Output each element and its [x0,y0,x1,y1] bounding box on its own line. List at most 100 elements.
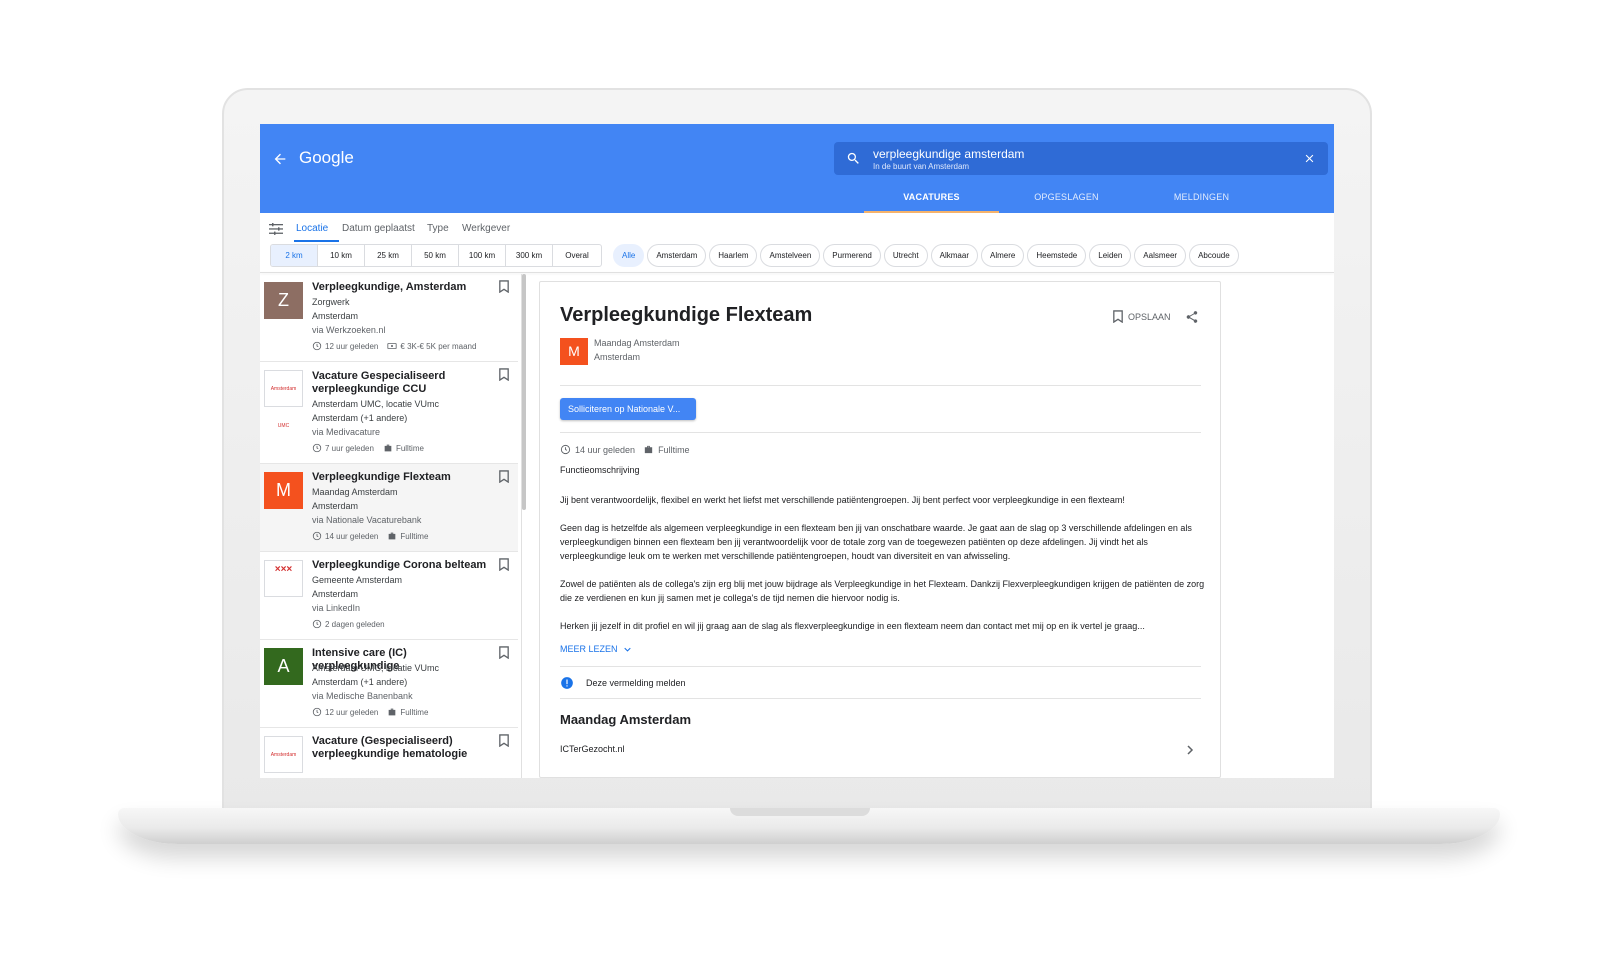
job-list-scrollbar[interactable] [522,274,526,510]
bookmark-icon[interactable] [498,280,510,293]
clock-icon [312,619,322,629]
chevron-right-icon[interactable] [1186,745,1194,755]
job-company: Maandag Amsterdam [312,487,398,497]
salary: € 3K-€ 5K per maand [400,341,477,351]
location-chip[interactable]: Heemstede [1027,244,1087,267]
company-logo: M [264,472,303,509]
location-chip[interactable]: Aalsmeer [1134,244,1187,267]
bookmark-icon[interactable] [498,646,510,659]
share-icon[interactable] [1185,310,1199,324]
clock-icon [312,707,322,717]
source-link[interactable]: ICTerGezocht.nl [560,744,625,754]
description-paragraph: Jij bent verantwoordelijk, flexibel en w… [560,495,1125,505]
posted-time: 7 uur geleden [325,443,374,453]
bookmark-icon[interactable] [498,368,510,381]
job-company: Amsterdam UMC, locatie VUmc [312,663,440,673]
distance-option[interactable]: 10 km [318,245,365,266]
tab-meldingen[interactable]: MELDINGEN [1134,188,1269,213]
location-chip[interactable]: Amstelveen [760,244,821,267]
apply-button[interactable]: Solliciteren op Nationale V... [560,398,696,420]
job-card[interactable]: Amsterdam UMC Vacature Gespecialiseerd v… [260,362,518,464]
clock-icon [312,341,322,351]
bookmark-icon[interactable] [498,558,510,571]
company-logo: Amsterdam UMC [264,370,303,429]
chevron-down-icon [623,647,631,652]
back-arrow-icon[interactable] [272,151,288,167]
briefcase-icon [384,444,392,452]
distance-option[interactable]: 100 km [459,245,506,266]
description-paragraph: Zowel de patiënten als de collega's zijn… [560,579,1205,603]
tab-vacatures[interactable]: VACATURES [864,188,999,213]
location-chip[interactable]: Alkmaar [930,244,978,267]
read-more-label: MEER LEZEN [560,644,618,654]
job-title: Verpleegkundige Corona belteam [312,559,487,571]
company-section-title: Maandag Amsterdam [560,712,691,727]
location-chip[interactable]: Leiden [1089,244,1132,267]
job-card[interactable]: Amsterdam UMC Vacature (Gespecialiseerd)… [260,728,518,778]
description-paragraph: Geen dag is hetzelfde als algemeen verpl… [560,523,1192,561]
posted-time: 14 uur geleden [575,444,636,455]
distance-option[interactable]: 25 km [365,245,412,266]
distance-option[interactable]: 2 km [271,245,318,266]
location-chip[interactable]: Utrecht [883,244,928,267]
posted-time: 2 dagen geleden [325,619,385,629]
job-company: Amsterdam UMC, locatie VUmc [312,399,440,409]
briefcase-icon [644,445,653,454]
location-chip[interactable]: Amsterdam [647,244,707,267]
distance-selector: 2 km 10 km 25 km 50 km 100 km 300 km Ove… [270,244,602,267]
bookmark-icon[interactable] [498,470,510,483]
detail-title: Verpleegkundige Flexteam [560,304,813,326]
job-title: Verpleegkundige, Amsterdam [312,281,467,293]
report-label: Deze vermelding melden [586,678,686,688]
main-tabs: VACATURES OPGESLAGEN MELDINGEN [864,188,1270,213]
job-card[interactable]: Z Verpleegkundige, Amsterdam Zorgwerk Am… [260,274,518,362]
job-list: Z Verpleegkundige, Amsterdam Zorgwerk Am… [260,274,522,778]
bookmark-icon[interactable] [498,734,510,747]
filter-settings-icon[interactable] [269,223,283,235]
screen: Google verpleegkundige amsterdam In de b… [260,124,1334,778]
filter-tab-type[interactable]: Type [427,223,449,234]
company-logo: A [264,648,303,685]
close-icon[interactable] [1303,152,1316,165]
job-title: Vacature Gespecialiseerd verpleegkundige… [312,370,446,395]
detail-location: Amsterdam [594,352,641,362]
location-chips: Alle Amsterdam Haarlem Amstelveen Purmer… [613,244,1239,267]
job-card[interactable]: ××× Verpleegkundige Corona belteam Gemee… [260,552,518,640]
job-card-selected[interactable]: M Verpleegkundige Flexteam Maandag Amste… [260,464,518,552]
distance-option[interactable]: 300 km [506,245,553,266]
job-source: via Nationale Vacaturebank [312,515,422,525]
location-chip[interactable]: Abcoude [1189,244,1239,267]
location-chip[interactable]: Purmerend [823,244,881,267]
job-detail-panel: Verpleegkundige Flexteam OPSLAAN M Maand… [539,281,1221,778]
report-listing[interactable]: Deze vermelding melden [560,676,686,690]
company-logo: Z [264,282,303,319]
location-chip[interactable]: Almere [981,244,1025,267]
job-location: Amsterdam [312,501,359,511]
location-chip[interactable]: Haarlem [709,244,758,267]
filter-tab-locatie[interactable]: Locatie [296,223,328,234]
distance-option[interactable]: 50 km [412,245,459,266]
filter-divider [260,272,1334,273]
save-button[interactable]: OPSLAAN [1112,310,1171,323]
company-logo: Amsterdam UMC [264,736,303,773]
job-type: Fulltime [658,444,690,455]
divider [560,698,1201,699]
job-card[interactable]: A Intensive care (IC) verpleegkundige Am… [260,640,518,728]
search-location-hint: In de buurt van Amsterdam [873,162,970,171]
company-logo: M [560,338,588,365]
briefcase-icon [389,532,396,540]
search-input[interactable]: verpleegkundige amsterdam [873,147,1024,161]
salary-icon [387,343,397,349]
divider [560,385,1201,386]
tab-opgeslagen[interactable]: OPGESLAGEN [999,188,1134,213]
filter-tab-datum[interactable]: Datum geplaatst [342,223,415,234]
description-paragraph: Herken jij jezelf in dit profiel en wil … [560,621,1145,631]
location-chip[interactable]: Alle [613,244,645,267]
posted-time: 12 uur geleden [325,341,379,351]
search-box[interactable]: verpleegkundige amsterdam In de buurt va… [834,142,1328,175]
detail-company: Maandag Amsterdam [594,338,680,348]
filter-tab-werkgever[interactable]: Werkgever [462,223,510,234]
read-more-link[interactable]: MEER LEZEN [560,644,631,654]
distance-option[interactable]: Overal [553,245,601,266]
laptop-notch [730,808,870,816]
